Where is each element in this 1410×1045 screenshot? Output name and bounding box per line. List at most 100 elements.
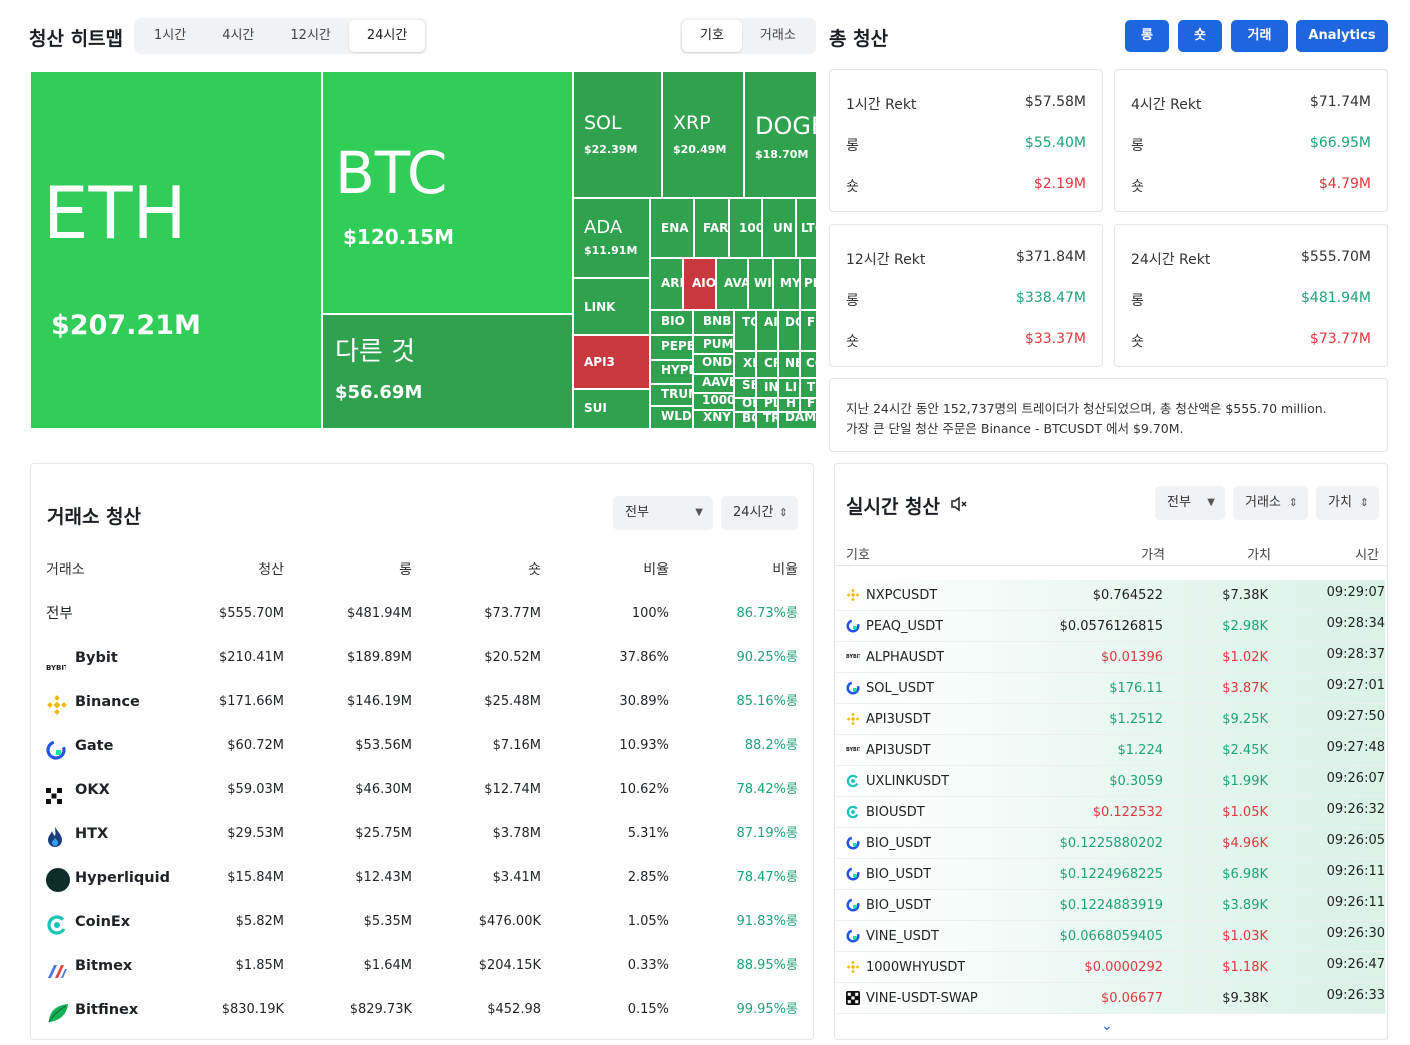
toggle-exchange[interactable]: 거래소	[742, 20, 814, 52]
live-liquidation-row[interactable]: VINE_USDT $0.0668059405 $1.03K 09:26:30	[837, 921, 1385, 952]
live-liquidation-row[interactable]: BYBIT API3USDT $1.224 $2.45K 09:27:48	[837, 735, 1385, 766]
heatmap-tile[interactable]: TR	[756, 412, 778, 429]
heatmap-tile[interactable]: AAVE	[693, 374, 734, 393]
exchange-row[interactable]: CoinEx $5.82M $5.35M $476.00K 1.05% 91.8…	[31, 900, 815, 944]
tab-4h[interactable]: 4시간	[204, 20, 272, 52]
gate-logo-icon	[846, 898, 860, 916]
live-liquidation-row[interactable]: BIOUSDT $0.122532 $1.05K 09:26:32	[837, 797, 1385, 828]
heatmap-tile[interactable]: ONDO	[693, 354, 734, 374]
live-liquidation-row[interactable]: 1000WHYUSDT $0.0000292 $1.18K 09:26:47	[837, 952, 1385, 983]
live-liquidation-row[interactable]: BYBIT ALPHAUSDT $0.01396 $1.02K 09:28:37	[837, 642, 1385, 673]
heatmap-tile[interactable]: ADA $11.91M	[573, 198, 650, 278]
live-liquidation-row[interactable]: BIO_USDT $0.1224883919 $3.89K 09:26:11	[837, 890, 1385, 921]
exchange-row[interactable]: HTX $29.53M $25.75M $3.78M 5.31% 87.19%롱	[31, 812, 815, 856]
heatmap-tile[interactable]: DOGE $18.70M	[744, 71, 816, 198]
live-symbol: ALPHAUSDT	[866, 650, 945, 665]
heatmap-tile[interactable]: TI	[800, 378, 816, 398]
heatmap-tile[interactable]: AI	[756, 310, 778, 351]
heatmap-tile[interactable]: SE	[734, 378, 756, 398]
heatmap-tile[interactable]: CR	[756, 351, 778, 378]
heatmap-tile[interactable]: F	[800, 398, 816, 412]
heatmap-tile[interactable]: XNY	[693, 410, 734, 429]
heatmap-tile[interactable]: PEPE	[650, 335, 693, 360]
heatmap-tile[interactable]: 다른 것 $56.69M	[322, 314, 573, 429]
exchange-row[interactable]: Binance $171.66M $146.19M $25.48M 30.89%…	[31, 680, 815, 724]
heatmap-tile[interactable]: HYPE	[650, 360, 693, 384]
tab-24h[interactable]: 24시간	[348, 20, 426, 52]
live-liquidation-row[interactable]: API3USDT $1.2512 $9.25K 09:27:50	[837, 704, 1385, 735]
toggle-symbol[interactable]: 기호	[682, 20, 742, 52]
live-filter-select[interactable]: 전부 ▼	[1155, 486, 1225, 520]
live-liquidation-row[interactable]: SOL_USDT $176.11 $3.87K 09:27:01	[837, 673, 1385, 704]
heatmap-tile[interactable]: DAM	[778, 412, 816, 429]
exchange-period-select[interactable]: 24시간 ⇕	[721, 496, 798, 530]
tile-symbol: 1000	[739, 221, 761, 235]
heatmap-tile[interactable]: AVA	[716, 258, 748, 310]
heatmap-tile[interactable]: CC	[800, 351, 816, 378]
live-exchange-sort[interactable]: 거래소 ⇕	[1233, 486, 1308, 520]
heatmap-tile[interactable]: BTC $120.15M	[322, 71, 573, 314]
heatmap-tile[interactable]: BIO	[650, 310, 693, 335]
exchange-filter-select[interactable]: 전부 ▼	[613, 496, 713, 530]
heatmap-tile[interactable]: TO	[734, 310, 756, 351]
heatmap-tile[interactable]: PL	[756, 398, 778, 412]
heatmap-tile[interactable]: H	[778, 398, 800, 412]
gate-logo-icon	[846, 867, 860, 885]
long-button[interactable]: 롱	[1125, 20, 1169, 52]
heatmap-tile[interactable]: UN	[762, 198, 796, 258]
heatmap-tile[interactable]: WI	[748, 258, 773, 310]
exchange-row[interactable]: Bitmex $1.85M $1.64M $204.15K 0.33% 88.9…	[31, 944, 815, 988]
heatmap-tile[interactable]: PUMP	[693, 335, 734, 354]
live-liquidation-row[interactable]: BIO_USDT $0.1224968225 $6.98K 09:26:11	[837, 859, 1385, 890]
live-value-sort[interactable]: 가치 ⇕	[1316, 486, 1379, 520]
exchange-row[interactable]: BYBIT Bybit $210.41M $189.89M $20.52M 37.…	[31, 636, 815, 680]
heatmap-tile[interactable]: NE	[778, 351, 800, 378]
mute-speaker-icon[interactable]	[949, 494, 969, 514]
exchange-row[interactable]: OKX $59.03M $46.30M $12.74M 10.62% 78.42…	[31, 768, 815, 812]
heatmap-tile[interactable]: LINK	[573, 278, 650, 335]
heatmap-tile[interactable]: IN	[756, 378, 778, 398]
live-price: $0.06677	[1100, 991, 1163, 1006]
heatmap-tile[interactable]: LTC	[796, 198, 816, 258]
exchange-row[interactable]: Bitfinex $830.19K $829.73K $452.98 0.15%…	[31, 988, 815, 1032]
scroll-down-chevron-icon[interactable]: ⌄	[1101, 1018, 1113, 1034]
heatmap-tile[interactable]: LI	[778, 378, 800, 398]
live-liquidation-row[interactable]: BIO_USDT $0.1225880202 $4.96K 09:26:05	[837, 828, 1385, 859]
heatmap-tile[interactable]: FART	[694, 198, 729, 258]
heatmap-tile[interactable]: FI	[800, 310, 816, 351]
tab-1h[interactable]: 1시간	[136, 20, 204, 52]
heatmap-tile[interactable]: BC	[734, 412, 756, 429]
heatmap-tile[interactable]: ENA	[650, 198, 694, 258]
exchange-row[interactable]: Hyperliquid $15.84M $12.43M $3.41M 2.85%…	[31, 856, 815, 900]
exchange-row[interactable]: 전부 $555.70M $481.94M $73.77M 100% 86.73%…	[31, 592, 815, 636]
trade-button[interactable]: 거래	[1231, 20, 1288, 52]
exchange-long: $1.64M	[363, 958, 412, 973]
heatmap-tile[interactable]: XRP $20.49M	[662, 71, 744, 198]
live-price: $0.0576126815	[1059, 619, 1163, 634]
heatmap-tile[interactable]: OP	[734, 398, 756, 412]
heatmap-tile[interactable]: AIO	[683, 258, 716, 310]
live-liquidation-row[interactable]: PEAQ_USDT $0.0576126815 $2.98K 09:28:34	[837, 611, 1385, 642]
heatmap-tile[interactable]: SUI	[573, 389, 650, 429]
heatmap-tile[interactable]: DO	[778, 310, 800, 351]
live-liquidation-row[interactable]: NXPCUSDT $0.764522 $7.38K 09:29:07	[837, 580, 1385, 611]
heatmap-tile[interactable]: 1000	[729, 198, 762, 258]
heatmap-tile[interactable]: BNB	[693, 310, 734, 335]
live-liquidation-row[interactable]: VINE-USDT-SWAP $0.06677 $9.38K 09:26:33	[837, 983, 1385, 1014]
heatmap-tile[interactable]: PE	[800, 258, 816, 310]
heatmap-tile[interactable]: SOL $22.39M	[573, 71, 662, 198]
heatmap-tile[interactable]: 1000	[693, 393, 734, 410]
heatmap-tile[interactable]: TRUM	[650, 384, 693, 406]
live-liquidation-row[interactable]: UXLINKUSDT $0.3059 $1.99K 09:26:07	[837, 766, 1385, 797]
heatmap-tile[interactable]: ETH $207.21M	[30, 71, 322, 429]
tab-12h[interactable]: 12시간	[272, 20, 348, 52]
exchange-row[interactable]: Gate $60.72M $53.56M $7.16M 10.93% 88.2%…	[31, 724, 815, 768]
heatmap-tile[interactable]: XL	[734, 351, 756, 378]
heatmap-tile[interactable]: WLD	[650, 406, 693, 429]
heatmap-tile[interactable]: API3	[573, 335, 650, 389]
heatmap-tile[interactable]: MY	[773, 258, 800, 310]
short-button[interactable]: 숏	[1178, 20, 1222, 52]
analytics-button[interactable]: Analytics	[1296, 20, 1388, 52]
live-symbol: SOL_USDT	[866, 681, 934, 696]
heatmap-tile[interactable]: ARE	[650, 258, 683, 310]
